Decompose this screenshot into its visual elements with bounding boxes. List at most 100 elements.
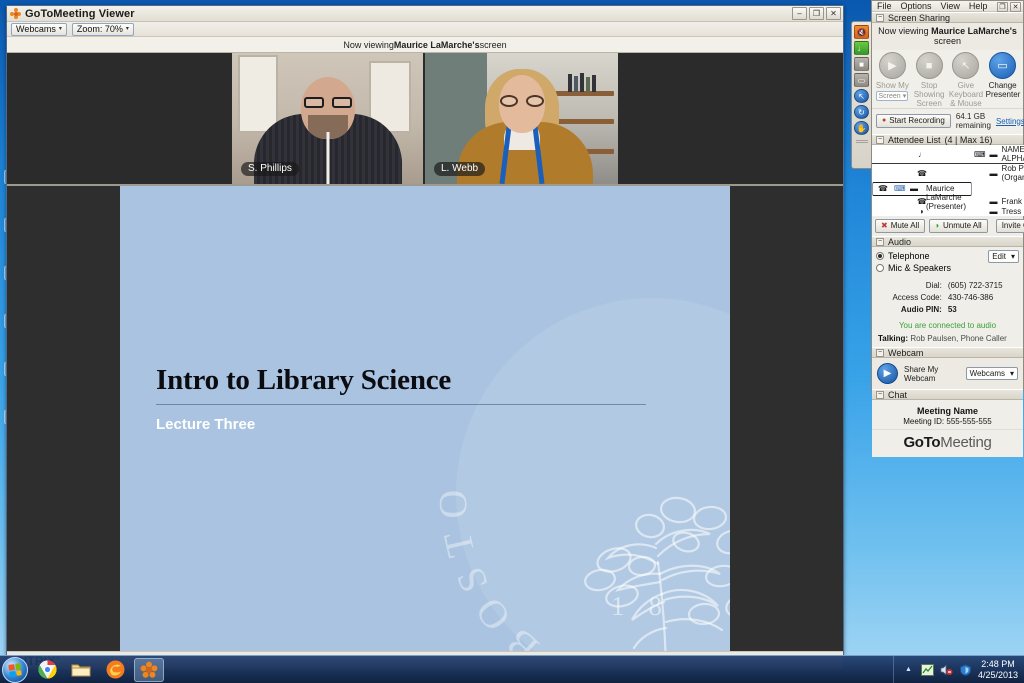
slide-title: Intro to Library Science bbox=[156, 364, 452, 396]
webcam-select-dropdown[interactable]: Webcams ▾ bbox=[965, 367, 1018, 380]
webcam-strip: S. Phillips L. Webb bbox=[7, 53, 843, 186]
webcam-feed[interactable]: L. Webb bbox=[425, 53, 618, 184]
seal-year-label: 18 bbox=[611, 591, 686, 621]
start-button[interactable] bbox=[2, 656, 28, 683]
section-header-screen-sharing[interactable]: − Screen Sharing bbox=[872, 12, 1023, 23]
names-column-header[interactable]: NAMES - ALPHABETICALLY bbox=[999, 145, 1024, 164]
webcam-select-label: Webcams bbox=[969, 369, 1005, 378]
phone-icon: ☎ bbox=[878, 184, 888, 193]
share-my-webcam-button[interactable]: ▶ bbox=[877, 363, 898, 384]
radio-icon[interactable] bbox=[876, 252, 884, 260]
screen-select-dropdown[interactable]: Screen ▾ bbox=[876, 91, 909, 101]
volume-muted-icon[interactable] bbox=[940, 663, 953, 676]
now-viewing-prefix: Now viewing bbox=[878, 26, 932, 36]
show-my-screen-button[interactable]: ▶ Show My Screen ▾ bbox=[875, 52, 909, 101]
grab-tab[interactable]: 🔇 ♩ ■ ▭ ↖ ↻ ✋ bbox=[851, 21, 871, 169]
camera-icon: ▬ bbox=[989, 206, 998, 216]
collapse-icon[interactable]: − bbox=[876, 348, 884, 357]
windows-logo-icon bbox=[8, 662, 22, 677]
attendee-actions: ✖ Mute All ◗ Unmute All Invite Others bbox=[872, 216, 1024, 236]
collapse-icon[interactable]: − bbox=[876, 135, 884, 144]
section-header-chat[interactable]: − Chat bbox=[872, 389, 1023, 400]
slide-subtitle: Lecture Three bbox=[156, 416, 256, 433]
section-header-attendee-list[interactable]: − Attendee List (4 | Max 16) bbox=[872, 134, 1023, 145]
keyboard-column-icon: ⌨ bbox=[972, 145, 988, 164]
collapse-icon[interactable]: − bbox=[876, 13, 884, 22]
taskbar-item-explorer[interactable] bbox=[66, 658, 96, 682]
network-icon[interactable] bbox=[920, 663, 934, 676]
show-hidden-icons[interactable]: ▲ bbox=[902, 663, 915, 676]
panel-close-button[interactable]: ✕ bbox=[1010, 2, 1021, 12]
restore-button[interactable]: ❐ bbox=[809, 7, 824, 20]
storage-remaining-label: 64.1 GB remaining bbox=[955, 112, 991, 130]
mute-all-button[interactable]: ✖ Mute All bbox=[875, 219, 926, 233]
invite-others-button[interactable]: Invite Others bbox=[995, 219, 1024, 233]
zoom-dropdown[interactable]: Zoom: 70% ▾ bbox=[71, 22, 134, 36]
webcams-dropdown[interactable]: Webcams ▾ bbox=[11, 22, 67, 36]
gotomeeting-wordmark: GoToMeeting bbox=[872, 429, 1023, 457]
settings-link[interactable]: Settings bbox=[996, 117, 1024, 126]
webcam-name-label: L. Webb bbox=[434, 162, 486, 176]
section-title: Audio bbox=[888, 236, 912, 247]
change-presenter-button[interactable]: ▭ Change Presenter bbox=[986, 52, 1020, 99]
dial-row: Dial: (605) 722-3715 bbox=[890, 280, 1004, 290]
audio-connected-status: You are connected to audio bbox=[898, 321, 997, 330]
audio-edit-dropdown[interactable]: Edit ▾ bbox=[988, 250, 1019, 263]
drag-handle[interactable] bbox=[855, 140, 868, 143]
hand-raise-icon[interactable]: ✋ bbox=[854, 121, 869, 135]
invite-others-label: Invite Others bbox=[1001, 221, 1024, 230]
start-recording-button[interactable]: ● Start Recording bbox=[876, 114, 951, 128]
stop-showing-screen-button[interactable]: ■ Stop Showing Screen bbox=[912, 52, 946, 108]
taskbar-item-firefox[interactable] bbox=[100, 658, 130, 682]
access-code-label: Access Code: bbox=[892, 292, 942, 302]
taskbar-item-gotomeeting[interactable] bbox=[134, 657, 164, 682]
minimize-button[interactable]: – bbox=[792, 7, 807, 20]
slide-divider bbox=[156, 404, 646, 405]
meeting-id: Meeting ID: 555-555-555 bbox=[903, 417, 992, 426]
webcam-name-label: S. Phillips bbox=[241, 162, 299, 176]
webcam-feed[interactable]: S. Phillips bbox=[232, 53, 425, 184]
refresh-icon[interactable]: ↻ bbox=[854, 105, 869, 119]
section-header-webcam[interactable]: − Webcam bbox=[872, 347, 1023, 358]
menu-view[interactable]: View bbox=[941, 1, 960, 11]
meeting-name: Meeting Name bbox=[916, 406, 978, 416]
menu-file[interactable]: File bbox=[877, 1, 892, 11]
now-viewing-presenter: Maurice LaMarche's bbox=[931, 26, 1017, 36]
audio-pin-value: 53 bbox=[947, 304, 957, 314]
screen-sharing-buttons: ▶ Show My Screen ▾ ■ Stop Showing Screen… bbox=[872, 50, 1023, 108]
webcam-icon[interactable]: ■ bbox=[854, 57, 869, 71]
audio-option-mic-speakers[interactable]: Mic & Speakers bbox=[876, 262, 988, 274]
close-button[interactable]: ✕ bbox=[826, 7, 841, 20]
attendee-name: Rob Paulsen (Organizer) bbox=[1001, 164, 1024, 182]
microphone-icon[interactable]: ♩ bbox=[854, 41, 869, 55]
security-icon[interactable] bbox=[959, 663, 972, 676]
panel-restore-button[interactable]: ❐ bbox=[997, 2, 1008, 12]
viewer-titlebar[interactable]: GoToMeeting Viewer – ❐ ✕ bbox=[7, 6, 843, 22]
clock-time: 2:48 PM bbox=[981, 658, 1015, 669]
radio-icon[interactable] bbox=[876, 264, 884, 272]
start-recording-label: Start Recording bbox=[889, 116, 945, 125]
table-row[interactable]: ☎ ▬ Rob Paulsen (Organizer) bbox=[872, 164, 1024, 182]
collapse-icon[interactable]: − bbox=[876, 237, 884, 246]
collapse-icon[interactable]: − bbox=[876, 390, 884, 399]
zoom-dropdown-label: Zoom: 70% bbox=[76, 23, 123, 34]
presentation-area: SIMMONS · BOSTON MASS · bbox=[7, 186, 843, 651]
menu-options[interactable]: Options bbox=[901, 1, 932, 11]
section-header-audio[interactable]: − Audio bbox=[872, 236, 1023, 247]
taskbar-clock[interactable]: 2:48 PM 4/25/2013 bbox=[978, 659, 1018, 681]
windows-taskbar: ▲ 2:48 PM 4/25/2013 bbox=[0, 655, 1024, 683]
unmute-all-button[interactable]: ◗ Unmute All bbox=[929, 219, 988, 233]
share-my-webcam-label: Share My Webcam bbox=[904, 364, 939, 383]
taskbar-item-chrome[interactable] bbox=[32, 658, 62, 682]
camera-icon: ▬ bbox=[989, 168, 998, 178]
pointer-icon[interactable]: ↖ bbox=[854, 89, 869, 103]
screen-share-icon[interactable]: ▭ bbox=[854, 73, 869, 87]
audio-mute-icon[interactable]: 🔇 bbox=[854, 25, 869, 39]
table-row[interactable]: ☎ ⌨ ▬ Maurice LaMarche (Presenter) bbox=[872, 182, 972, 211]
section-title: Chat bbox=[888, 389, 908, 400]
menu-help[interactable]: Help bbox=[969, 1, 988, 11]
audio-option-label: Telephone bbox=[888, 251, 930, 261]
give-keyboard-mouse-button[interactable]: ↖ Give Keyboard & Mouse bbox=[949, 52, 983, 108]
now-viewing-prefix: Now viewing bbox=[343, 39, 394, 50]
audio-option-telephone[interactable]: Telephone bbox=[876, 250, 988, 262]
